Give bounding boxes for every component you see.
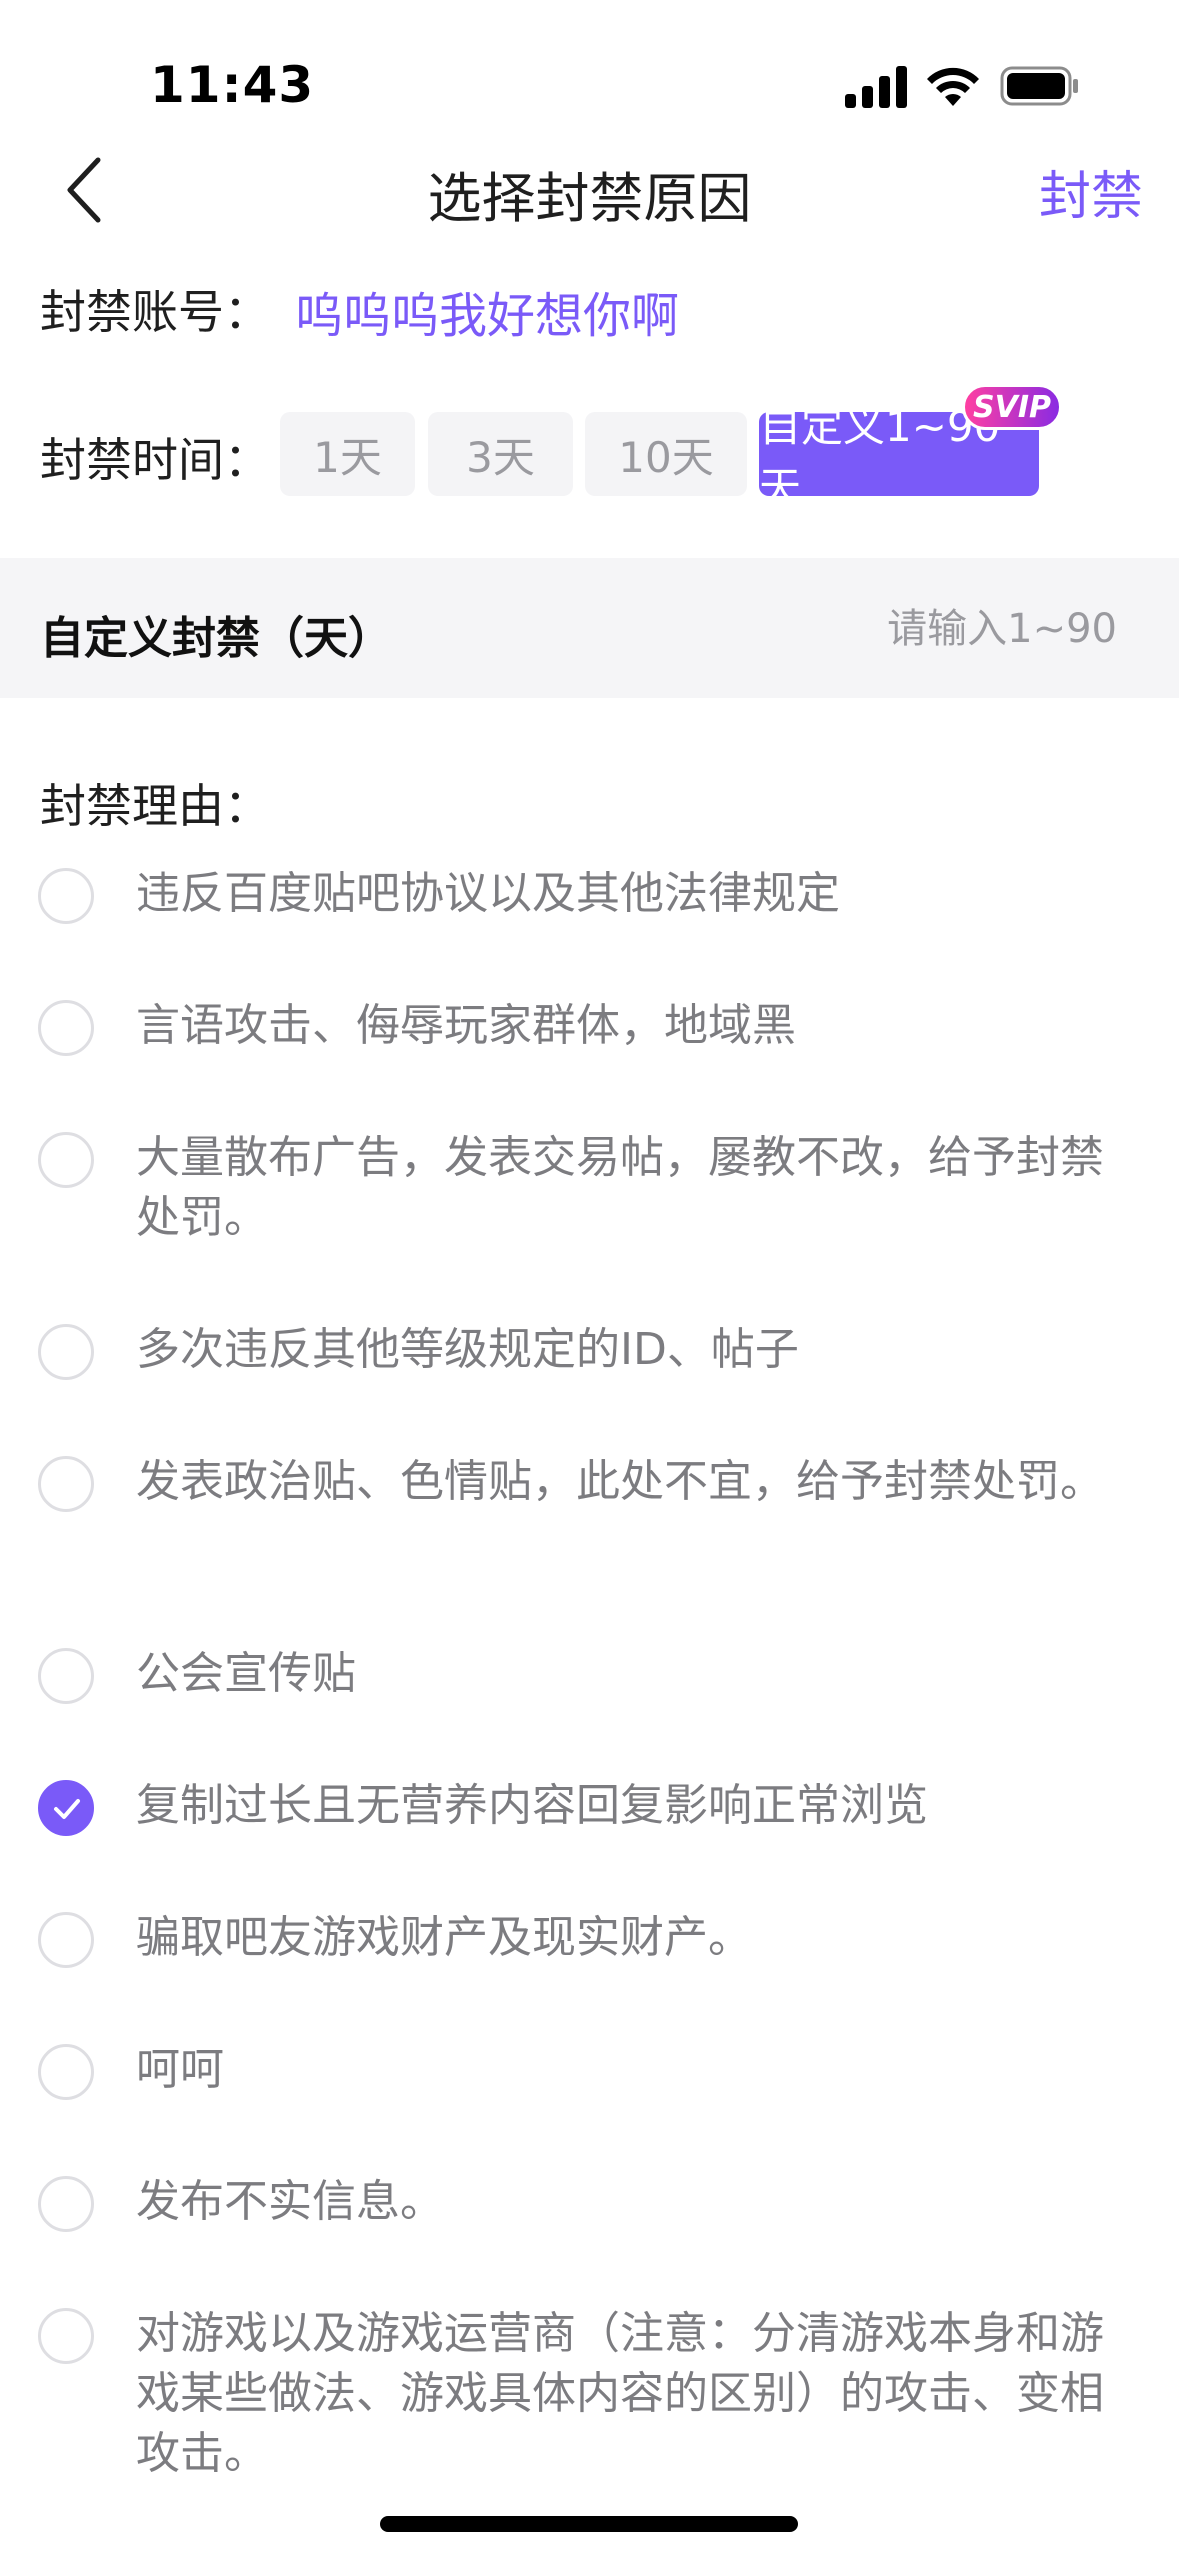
battery-icon xyxy=(1000,66,1078,106)
reason-text: 公会宣传贴 xyxy=(136,1648,356,1699)
reason-text: 言语攻击、侮辱玩家群体，地域黑 xyxy=(136,1000,796,1051)
radio-button[interactable] xyxy=(38,2176,94,2232)
reason-text: 大量散布广告，发表交易帖，屡教不改，给予封禁处罚。 xyxy=(136,1132,1104,1243)
reason-text: 发表政治贴、色情贴，此处不宜，给予封禁处罚。 xyxy=(136,1456,1104,1507)
wifi-icon xyxy=(927,67,979,106)
reason-text: 呵呵 xyxy=(136,2044,224,2095)
ban-account-label: 封禁账号： xyxy=(40,285,270,339)
navigation-bar: 选择封禁原因 封禁 xyxy=(0,140,1179,240)
ban-reasons-label: 封禁理由： xyxy=(40,779,270,833)
page-title: 选择封禁原因 xyxy=(427,167,752,230)
reason-text: 复制过长且无营养内容回复影响正常浏览 xyxy=(136,1780,928,1831)
ban-time-option-1-day[interactable]: 1天 xyxy=(280,412,415,496)
svip-badge: SVIP xyxy=(962,384,1062,430)
radio-button[interactable] xyxy=(38,1132,94,1188)
radio-button[interactable] xyxy=(38,2308,94,2364)
cellular-signal-icon xyxy=(845,66,907,108)
reason-text: 对游戏以及游戏运营商（注意：分清游戏本身和游戏某些做法、游戏具体内容的区别）的攻… xyxy=(136,2308,1104,2479)
reason-text: 发布不实信息。 xyxy=(136,2176,444,2227)
reason-text: 骗取吧友游戏财产及现实财产。 xyxy=(136,1912,752,1963)
radio-button[interactable] xyxy=(38,1456,94,1512)
ban-account-value: 呜呜呜我好想你啊 xyxy=(295,288,680,344)
custom-ban-days-row: 自定义封禁（天） xyxy=(0,558,1179,698)
ban-time-label: 封禁时间： xyxy=(40,433,270,487)
radio-button[interactable] xyxy=(38,1648,94,1704)
custom-ban-days-input[interactable] xyxy=(815,598,1119,660)
ban-submit-button[interactable]: 封禁 xyxy=(1039,154,1143,229)
status-bar: 11:43 xyxy=(0,0,1179,150)
reason-text: 违反百度贴吧协议以及其他法律规定 xyxy=(136,868,840,919)
radio-button[interactable] xyxy=(38,2044,94,2100)
radio-button[interactable] xyxy=(38,1324,94,1380)
radio-button[interactable] xyxy=(38,868,94,924)
radio-button[interactable] xyxy=(38,1912,94,1968)
status-time: 11:43 xyxy=(150,56,315,114)
reason-text: 多次违反其他等级规定的ID、帖子 xyxy=(136,1324,799,1375)
checkmark-icon xyxy=(54,1799,80,1819)
ban-time-option-3-days[interactable]: 3天 xyxy=(428,412,573,496)
ban-time-option-10-days[interactable]: 10天 xyxy=(585,412,747,496)
radio-button[interactable] xyxy=(38,1000,94,1056)
home-indicator xyxy=(380,2516,798,2532)
radio-button-checked[interactable] xyxy=(38,1780,94,1836)
custom-ban-days-label: 自定义封禁（天） xyxy=(40,613,392,664)
